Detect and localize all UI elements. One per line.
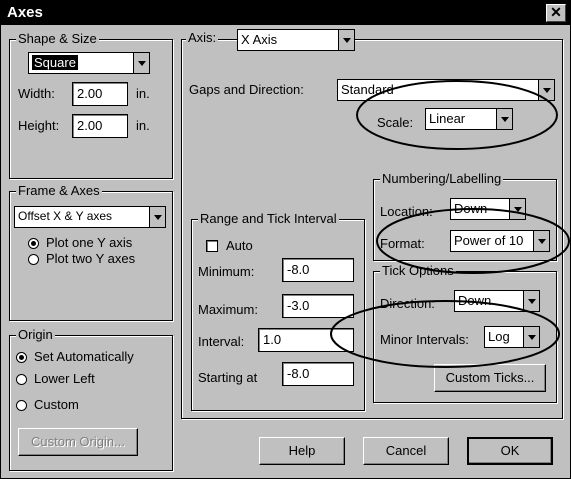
starting-field[interactable]: -8.0 xyxy=(282,362,354,386)
numbering-legend: Numbering/Labelling xyxy=(380,171,504,186)
minor-intervals-value: Log xyxy=(488,329,510,344)
chevron-down-icon[interactable] xyxy=(538,80,554,100)
custom-label[interactable]: Custom xyxy=(34,397,79,412)
tick-options-legend: Tick Options xyxy=(380,263,456,278)
origin-group: Origin Set Automatically Lower Left Cust… xyxy=(9,327,173,471)
chevron-down-icon[interactable] xyxy=(523,327,539,347)
close-icon[interactable]: ✕ xyxy=(546,4,566,22)
plot-one-label[interactable]: Plot one Y axis xyxy=(46,235,132,250)
interval-label: Interval: xyxy=(198,334,245,349)
chevron-down-icon[interactable] xyxy=(533,231,549,251)
custom-ticks-button[interactable]: Custom Ticks... xyxy=(434,364,546,392)
auto-checkbox[interactable] xyxy=(206,240,218,252)
origin-legend: Origin xyxy=(16,327,55,342)
frame-axes-legend: Frame & Axes xyxy=(16,183,102,198)
location-dropdown[interactable]: Down xyxy=(450,198,526,220)
height-field[interactable]: 2.00 xyxy=(72,114,128,138)
starting-label: Starting at xyxy=(198,370,258,385)
direction-label: Direction: xyxy=(380,296,435,311)
custom-origin-button[interactable]: Custom Origin... xyxy=(18,428,138,456)
width-unit: in. xyxy=(136,86,150,101)
direction-dropdown[interactable]: Down xyxy=(454,290,540,312)
frame-axes-value: Offset X & Y axes xyxy=(18,209,113,223)
lower-left-radio[interactable] xyxy=(16,374,27,385)
axis-dropdown[interactable]: X Axis xyxy=(237,29,355,51)
lower-left-label[interactable]: Lower Left xyxy=(34,371,95,386)
dialog-title: Axes xyxy=(7,4,43,21)
chevron-down-icon[interactable] xyxy=(133,53,149,73)
plot-two-label[interactable]: Plot two Y axes xyxy=(46,251,135,266)
help-button[interactable]: Help xyxy=(259,437,345,465)
axis-value: X Axis xyxy=(241,32,278,47)
ok-button[interactable]: OK xyxy=(467,437,553,465)
shape-size-legend: Shape & Size xyxy=(16,31,99,46)
direction-value: Down xyxy=(458,293,492,308)
chevron-down-icon[interactable] xyxy=(496,109,512,129)
plot-two-radio[interactable] xyxy=(28,254,39,265)
plot-one-radio[interactable] xyxy=(28,238,39,249)
location-value: Down xyxy=(454,201,488,216)
axis-label: Axis: xyxy=(186,30,219,45)
maximum-label: Maximum: xyxy=(198,302,258,317)
location-label: Location: xyxy=(380,204,433,219)
cancel-button[interactable]: Cancel xyxy=(363,437,449,465)
format-value: Power of 10 xyxy=(454,233,524,248)
frame-axes-dropdown[interactable]: Offset X & Y axes xyxy=(14,206,166,228)
numbering-group: Numbering/Labelling Location: Down Forma… xyxy=(373,171,557,261)
width-field[interactable]: 2.00 xyxy=(72,82,128,106)
frame-axes-group: Frame & Axes Offset X & Y axes Plot one … xyxy=(9,183,173,321)
title-bar[interactable]: Axes ✕ xyxy=(1,1,570,25)
auto-label[interactable]: Auto xyxy=(226,238,253,253)
set-auto-radio[interactable] xyxy=(16,352,27,363)
range-legend: Range and Tick Interval xyxy=(198,211,339,226)
range-group: Range and Tick Interval Auto Minimum: -8… xyxy=(191,211,365,411)
height-unit: in. xyxy=(136,118,150,133)
chevron-down-icon[interactable] xyxy=(149,207,165,227)
chevron-down-icon[interactable] xyxy=(338,30,354,50)
tick-options-group: Tick Options Direction: Down Minor Inter… xyxy=(373,263,557,403)
scale-value: Linear xyxy=(429,111,466,126)
set-auto-label[interactable]: Set Automatically xyxy=(34,349,134,364)
scale-dropdown[interactable]: Linear xyxy=(425,108,513,130)
custom-radio[interactable] xyxy=(16,400,27,411)
minimum-label: Minimum: xyxy=(198,264,255,279)
width-label: Width: xyxy=(18,86,55,101)
axes-dialog: Axes ✕ Shape & Size Square Width: 2.00 i… xyxy=(0,0,571,479)
minor-intervals-dropdown[interactable]: Log xyxy=(484,326,540,348)
shape-size-group: Shape & Size Square Width: 2.00 in. Heig… xyxy=(9,31,173,179)
scale-label: Scale: xyxy=(377,115,414,130)
chevron-down-icon[interactable] xyxy=(509,199,525,219)
format-label: Format: xyxy=(380,236,425,251)
gaps-value: Standard xyxy=(341,82,394,97)
gaps-dropdown[interactable]: Standard xyxy=(337,79,555,101)
format-dropdown[interactable]: Power of 10 xyxy=(450,230,550,252)
gaps-label: Gaps and Direction: xyxy=(189,82,304,97)
minimum-field[interactable]: -8.0 xyxy=(282,258,354,282)
interval-field[interactable]: 1.0 xyxy=(258,328,354,352)
chevron-down-icon[interactable] xyxy=(523,291,539,311)
shape-dropdown[interactable]: Square xyxy=(28,52,150,74)
height-label: Height: xyxy=(18,118,60,133)
minor-intervals-label: Minor Intervals: xyxy=(380,332,469,347)
maximum-field[interactable]: -3.0 xyxy=(282,294,354,318)
shape-value: Square xyxy=(32,55,78,70)
